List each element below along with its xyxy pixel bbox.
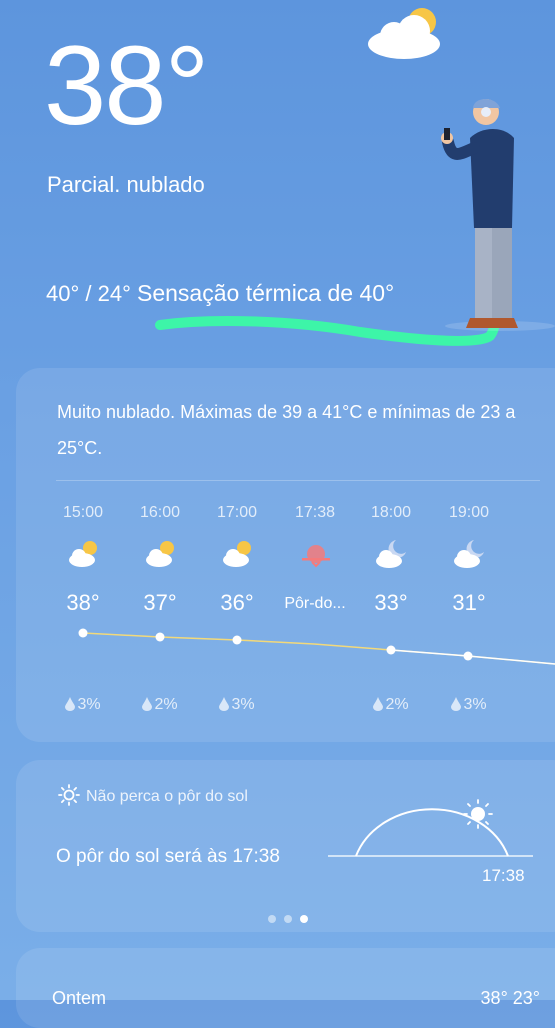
yesterday-value: 38° 23° — [480, 988, 540, 1008]
hour-time: 19:00 — [448, 504, 490, 521]
hour-rain-value: 3% — [77, 696, 101, 713]
partly-cloudy-night-icon — [454, 540, 484, 568]
hour-rain: 3% — [44, 696, 122, 714]
hour-rain-value: 2% — [385, 696, 409, 713]
trend-point — [463, 651, 473, 661]
divider — [56, 480, 540, 481]
sunset-text: O pôr do sol será às 17:38 — [56, 846, 280, 867]
page-dot-active[interactable] — [300, 915, 308, 923]
hour-temp: 33° — [374, 590, 408, 615]
hour-temp: 31° — [452, 590, 486, 615]
hour-time: 17:00 — [216, 504, 258, 521]
raindrop-icon — [219, 697, 230, 711]
hour-time: 18:00 — [370, 504, 412, 521]
yesterday-label: Ontem — [52, 988, 107, 1008]
hour-temp: 37° — [143, 590, 177, 615]
raindrop-icon — [373, 697, 384, 711]
page-dot[interactable] — [268, 915, 276, 923]
partly-cloudy-night-icon — [376, 540, 406, 568]
hour-temp: 38° — [66, 590, 100, 615]
page-dot[interactable] — [284, 915, 292, 923]
hour-rain: 3% — [430, 696, 508, 714]
cloud-sun-icon — [368, 8, 440, 59]
hour-rain-value: 3% — [231, 696, 255, 713]
raindrop-icon — [451, 697, 462, 711]
hour-rain-value: 2% — [154, 696, 178, 713]
hour-rain: 2% — [352, 696, 430, 714]
trend-point — [78, 628, 88, 638]
sun-icon — [58, 784, 80, 806]
hour-time: 17:38 — [294, 504, 336, 521]
partly-cloudy-day-icon — [146, 541, 174, 567]
raindrop-icon — [65, 697, 76, 711]
forecast-summary: Muito nublado. Máximas de 39 a 41°C e mí… — [57, 402, 516, 458]
sunset-icon — [302, 545, 330, 568]
current-condition: Parcial. nublado — [47, 172, 205, 197]
hour-temp: Pôr-do... — [284, 595, 346, 612]
hour-rain: 3% — [198, 696, 276, 714]
hour-rain: 2% — [121, 696, 199, 714]
trend-point — [155, 632, 165, 642]
sunset-time: 17:38 — [482, 866, 525, 885]
hourly-forecast[interactable]: 15:00 38° 3% 16:00 37° 2% 17:00 36° 3% 1… — [0, 500, 555, 730]
sunset-card-heading: Não perca o pôr do sol — [58, 784, 248, 806]
temperature-trend-line — [78, 628, 555, 665]
person-illustration — [441, 99, 555, 331]
minmax-temperature: 40° / 24° — [46, 281, 131, 306]
page-indicator[interactable] — [268, 910, 328, 923]
hour-temp: 36° — [220, 590, 254, 615]
hour-time: 16:00 — [139, 504, 181, 521]
partly-cloudy-day-icon — [69, 541, 97, 567]
trend-point — [386, 645, 396, 655]
trend-point — [232, 635, 242, 645]
current-temperature: 38° — [44, 23, 209, 148]
partly-cloudy-day-icon — [223, 541, 251, 567]
hour-rain-value: 3% — [463, 696, 487, 713]
hour-time: 15:00 — [62, 504, 104, 521]
sunset-heading-text: Não perca o pôr do sol — [86, 788, 248, 805]
yesterday-row: Ontem 38° 23° — [52, 988, 540, 1009]
raindrop-icon — [142, 697, 153, 711]
